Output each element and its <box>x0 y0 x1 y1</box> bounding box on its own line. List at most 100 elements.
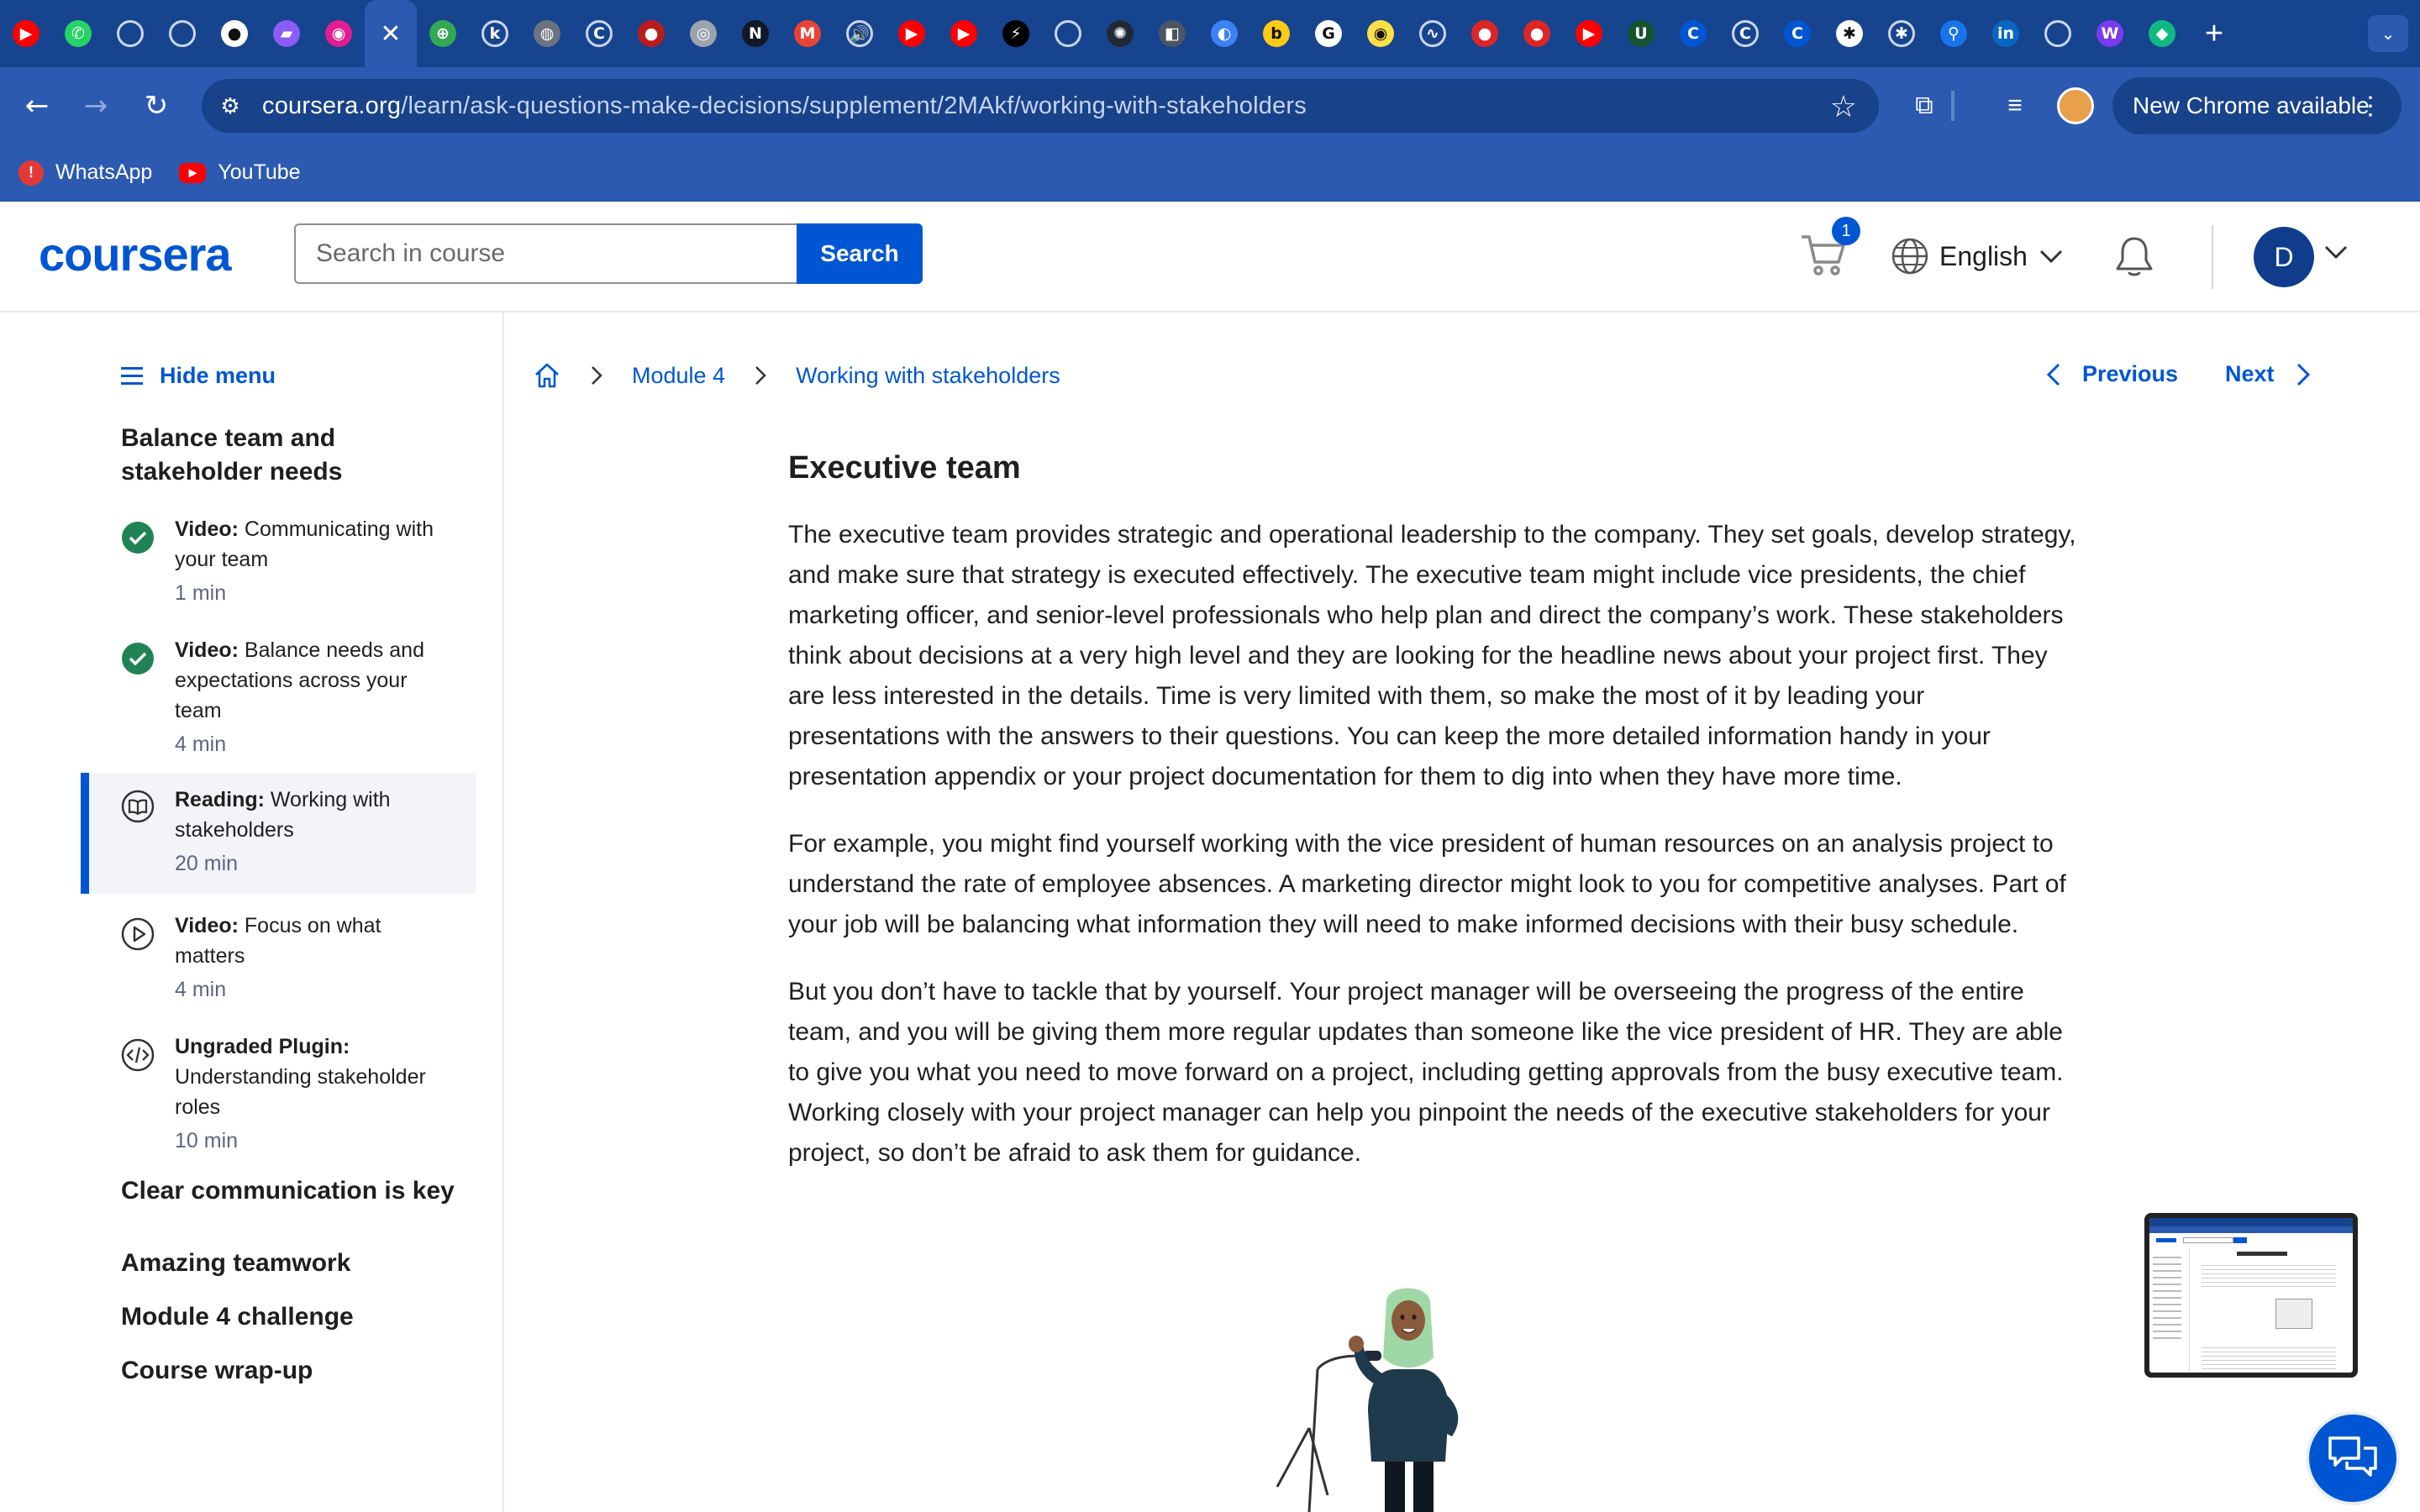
loading-icon <box>117 20 144 47</box>
sidebar-item-understanding-stakeholder-roles[interactable]: Ungraded Plugin: Understanding stakehold… <box>81 1032 476 1183</box>
bookmark-whatsapp[interactable]: ! WhatsApp <box>18 160 152 186</box>
globe-icon: ◍ <box>534 20 560 47</box>
home-icon[interactable] <box>533 361 561 390</box>
user-avatar[interactable]: D <box>2254 227 2314 287</box>
browser-tab[interactable]: U <box>1615 0 1667 67</box>
section-amazing-teamwork[interactable]: Amazing teamwork <box>121 1247 457 1280</box>
browser-tab[interactable]: ● <box>1511 0 1563 67</box>
chat-bubbles-icon <box>2328 1436 2377 1477</box>
app-icon: ⚡ <box>1002 20 1029 47</box>
help-chat-button[interactable] <box>2306 1411 2400 1505</box>
section-module-4-challenge[interactable]: Module 4 challenge <box>121 1300 457 1334</box>
browser-tab[interactable]: ◐ <box>1198 0 1250 67</box>
chevron-right-icon <box>2296 363 2310 386</box>
sidebar-item-balance-needs[interactable]: Video: Balance needs and expectations ac… <box>81 635 476 756</box>
section-course-wrap-up[interactable]: Course wrap-up <box>121 1354 457 1388</box>
breadcrumb-page[interactable]: Working with stakeholders <box>796 363 1060 389</box>
section-title[interactable]: Balance team and stakeholder needs <box>121 422 457 489</box>
browser-tab[interactable]: ✱ <box>1823 0 1876 67</box>
browser-tab[interactable]: M <box>781 0 834 67</box>
breadcrumb-module[interactable]: Module 4 <box>632 363 725 389</box>
browser-tab[interactable]: C <box>1771 0 1823 67</box>
browser-tab[interactable]: in <box>1980 0 2032 67</box>
browser-tab[interactable]: ▶ <box>938 0 990 67</box>
sidebar-item-communicating-with-your-team[interactable]: Video: Communicating with your team 1 min <box>81 514 476 632</box>
browser-tab[interactable]: 🔊 <box>834 0 886 67</box>
site-settings-icon[interactable]: ⚙ <box>215 91 245 121</box>
browser-tab[interactable]: ◉ <box>1355 0 1407 67</box>
browser-tab[interactable]: b <box>1250 0 1302 67</box>
back-icon[interactable]: ← <box>17 86 57 126</box>
bookmark-youtube[interactable]: ▸ YouTube <box>179 160 301 185</box>
media-controls-icon[interactable]: ≡ <box>1996 87 2033 124</box>
browser-tab[interactable]: ◍ <box>521 0 573 67</box>
item-duration: 1 min <box>175 581 227 605</box>
more-menu-icon[interactable]: ⋮ <box>2358 92 2383 121</box>
browser-tab[interactable]: C <box>573 0 625 67</box>
browser-tab[interactable]: ● <box>1459 0 1511 67</box>
google-icon: G <box>1315 20 1342 47</box>
browser-tab[interactable]: ∿ <box>1407 0 1459 67</box>
browser-tab[interactable]: ⚡ <box>990 0 1042 67</box>
section-clear-communication[interactable]: Clear communication is key <box>121 1174 457 1208</box>
browser-tab[interactable]: ◉ <box>313 0 365 67</box>
reading-content: Executive team The executive team provid… <box>788 450 2082 1200</box>
coursera-logo[interactable]: coursera <box>39 227 232 281</box>
reload-icon[interactable]: ↻ <box>136 86 176 126</box>
browser-tab[interactable]: ✱ <box>1876 0 1928 67</box>
browser-tab[interactable]: ◎ <box>677 0 729 67</box>
search-button[interactable]: Search <box>797 223 923 284</box>
browser-tab[interactable]: ◧ <box>1146 0 1198 67</box>
browser-tab[interactable]: ✺ <box>1094 0 1146 67</box>
extensions-icon[interactable]: ⧉ <box>1906 87 1943 124</box>
browser-tab[interactable] <box>156 0 208 67</box>
browser-tab[interactable]: N <box>729 0 781 67</box>
zoom-icon: ◧ <box>1159 20 1186 47</box>
sidebar-item-working-with-stakeholders[interactable]: Reading: Working with stakeholders 20 min <box>81 773 476 894</box>
browser-tab[interactable]: ◆ <box>2136 0 2188 67</box>
breadcrumb: Module 4 Working with stakeholders <box>533 361 1060 390</box>
github-icon: ● <box>221 20 248 47</box>
bookmark-star-icon[interactable]: ☆ <box>1830 89 1857 124</box>
browser-tab[interactable]: C <box>1667 0 1719 67</box>
sidebar-item-focus-on-what-matters[interactable]: Video: Focus on what matters 4 min <box>81 911 476 1028</box>
browser-tab[interactable]: W <box>2084 0 2136 67</box>
chevron-down-icon[interactable] <box>2321 237 2351 267</box>
url-text[interactable]: coursera.org/learn/ask-questions-make-de… <box>262 92 1307 120</box>
browser-tab[interactable]: C <box>1719 0 1771 67</box>
forward-icon[interactable]: → <box>76 86 116 126</box>
search-placeholder: Search in course <box>316 239 506 267</box>
language-selector[interactable]: English <box>1891 235 2063 277</box>
browser-tab-strip: ▶ ✆ ● ▰ ◉ ✕ ⊕ k ◍ C ● ◎ N M 🔊 ▶ ▶ ⚡ ✺ ◧ ◐ b G ◉ ∿ ● ● ▶ U C C C ✱ ✱ ⚲ in W ◆ + <box>0 0 2420 67</box>
browser-tab[interactable] <box>1042 0 1094 67</box>
browser-tab[interactable]: ⊕ <box>417 0 469 67</box>
screenshot-preview-thumbnail[interactable] <box>2144 1213 2358 1378</box>
browser-tab[interactable]: G <box>1302 0 1355 67</box>
browser-tab[interactable] <box>2032 0 2084 67</box>
update-chrome-button[interactable]: New Chrome available ⋮ <box>2112 77 2402 134</box>
app-icon: k <box>481 20 508 47</box>
item-duration: 4 min <box>175 978 227 1001</box>
address-bar[interactable]: ⚙ coursera.org/learn/ask-questions-make-… <box>202 79 1879 133</box>
profile-avatar[interactable] <box>2057 87 2094 124</box>
notifications-bell-icon[interactable] <box>2111 234 2158 281</box>
browser-tab[interactable]: k <box>469 0 521 67</box>
browser-tab[interactable]: ⚲ <box>1928 0 1980 67</box>
new-tab-icon[interactable]: + <box>2188 0 2240 67</box>
coursera-icon: C <box>586 20 613 47</box>
browser-tab[interactable]: ● <box>625 0 677 67</box>
tab-search-button[interactable]: ⌄ <box>2368 15 2408 52</box>
browser-tab[interactable]: ▶ <box>1563 0 1615 67</box>
browser-tab[interactable]: ● <box>208 0 260 67</box>
search-input[interactable]: Search in course <box>294 223 798 284</box>
browser-tab[interactable]: ▶ <box>0 0 52 67</box>
browser-tab[interactable]: ▰ <box>260 0 313 67</box>
globe-icon <box>1891 238 1928 275</box>
previous-button[interactable]: Previous <box>2044 361 2178 387</box>
browser-tab[interactable]: ✆ <box>52 0 104 67</box>
close-tab-icon[interactable]: ✕ <box>365 0 417 67</box>
browser-tab[interactable] <box>104 0 156 67</box>
next-button[interactable]: Next <box>2225 361 2313 387</box>
browser-tab[interactable]: ▶ <box>886 0 938 67</box>
hide-menu-button[interactable]: Hide menu <box>121 363 276 389</box>
